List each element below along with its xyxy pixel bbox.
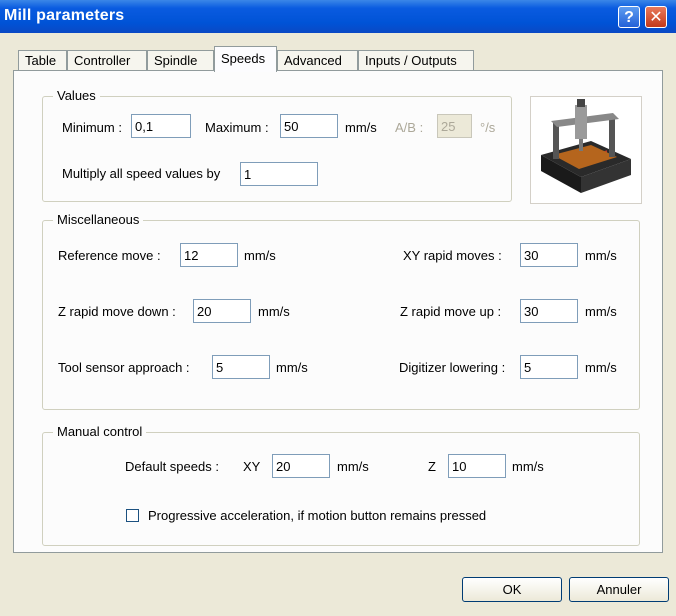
xy-rapid-label: XY rapid moves : — [403, 248, 502, 263]
digitizer-lowering-label: Digitizer lowering : — [399, 360, 506, 375]
tool-sensor-unit: mm/s — [276, 360, 308, 375]
reference-move-unit: mm/s — [244, 248, 276, 263]
ab-unit: °/s — [480, 120, 496, 135]
maximum-label: Maximum : — [205, 120, 269, 135]
tab-controller[interactable]: Controller — [67, 50, 147, 71]
tab-spindle[interactable]: Spindle — [147, 50, 214, 71]
ab-input — [437, 114, 472, 138]
z-rapid-up-label: Z rapid move up : — [400, 304, 502, 319]
z-speed-unit: mm/s — [512, 459, 544, 474]
progressive-acceleration-label[interactable]: Progressive acceleration, if motion butt… — [148, 508, 486, 524]
xy-speed-unit: mm/s — [337, 459, 369, 474]
help-icon[interactable]: ? — [618, 6, 640, 28]
ok-button[interactable]: OK — [462, 577, 562, 602]
xy-rapid-unit: mm/s — [585, 248, 617, 263]
reference-move-input[interactable] — [180, 243, 238, 267]
z-rapid-up-input[interactable] — [520, 299, 578, 323]
machine-image — [530, 96, 642, 204]
values-legend: Values — [53, 88, 100, 103]
minimum-label: Minimum : — [62, 120, 122, 135]
miscellaneous-legend: Miscellaneous — [53, 212, 144, 227]
multiply-input[interactable] — [240, 162, 318, 186]
z-rapid-down-unit: mm/s — [258, 304, 290, 319]
minimum-input[interactable] — [131, 114, 191, 138]
manual-control-legend: Manual control — [53, 424, 147, 439]
mill-parameters-dialog: Mill parameters ? ✕ Table Controller Spi… — [0, 0, 676, 616]
ab-label: A/B : — [395, 120, 424, 135]
tab-speeds[interactable]: Speeds — [214, 46, 277, 72]
reference-move-label: Reference move : — [58, 248, 161, 263]
progressive-acceleration-checkbox[interactable] — [126, 509, 139, 522]
digitizer-lowering-unit: mm/s — [585, 360, 617, 375]
default-speeds-label: Default speeds : — [125, 459, 219, 474]
window-title: Mill parameters — [4, 7, 125, 24]
multiply-label: Multiply all speed values by — [62, 166, 221, 181]
digitizer-lowering-input[interactable] — [520, 355, 578, 379]
close-icon[interactable]: ✕ — [645, 6, 667, 28]
z-speed-label: Z — [428, 459, 436, 474]
maximum-input[interactable] — [280, 114, 338, 138]
maximum-unit: mm/s — [345, 120, 377, 135]
z-rapid-down-label: Z rapid move down : — [58, 304, 176, 319]
xy-rapid-input[interactable] — [520, 243, 578, 267]
tab-advanced[interactable]: Advanced — [277, 50, 358, 71]
tab-table[interactable]: Table — [18, 50, 67, 71]
xy-speed-label: XY — [243, 459, 261, 474]
z-rapid-up-unit: mm/s — [585, 304, 617, 319]
z-rapid-down-input[interactable] — [193, 299, 251, 323]
tool-sensor-input[interactable] — [212, 355, 270, 379]
values-group: Values — [42, 88, 512, 202]
title-bar[interactable]: Mill parameters ? ✕ — [0, 0, 676, 33]
tab-inputs-outputs[interactable]: Inputs / Outputs — [358, 50, 474, 71]
xy-speed-input[interactable] — [272, 454, 330, 478]
cancel-button[interactable]: Annuler — [569, 577, 669, 602]
z-speed-input[interactable] — [448, 454, 506, 478]
tool-sensor-label: Tool sensor approach : — [58, 360, 190, 375]
manual-control-group: Manual control — [42, 424, 640, 546]
